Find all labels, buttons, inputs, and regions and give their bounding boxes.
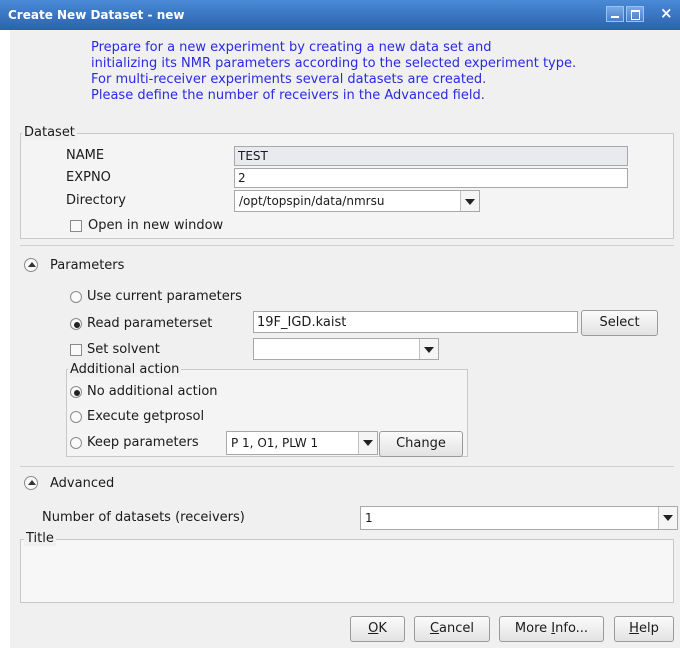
ok-label: K <box>378 621 387 636</box>
intro-line: Please define the number of receivers in… <box>91 88 485 103</box>
set-solvent-checkbox[interactable] <box>70 344 82 356</box>
cancel-button[interactable]: Cancel <box>414 616 490 642</box>
no-action-radio[interactable] <box>70 386 82 398</box>
expno-field[interactable] <box>234 168 628 188</box>
additional-action-legend: Additional action <box>68 362 182 377</box>
set-solvent-label[interactable]: Set solvent <box>87 342 160 357</box>
cancel-label: ancel <box>439 621 475 636</box>
more-info-label: More <box>514 621 552 636</box>
num-datasets-combo[interactable]: 1 <box>360 506 678 530</box>
parameterset-field[interactable] <box>253 311 578 333</box>
select-button[interactable]: Select <box>581 310 658 336</box>
solvent-combo[interactable] <box>253 338 439 360</box>
open-new-window-label[interactable]: Open in new window <box>88 218 223 233</box>
intro-line: Prepare for a new experiment by creating… <box>91 40 492 55</box>
no-action-label[interactable]: No additional action <box>87 384 218 399</box>
chevron-down-icon[interactable] <box>419 339 438 359</box>
read-parameterset-label[interactable]: Read parameterset <box>87 316 212 331</box>
help-button[interactable]: Help <box>614 616 674 642</box>
open-new-window-checkbox[interactable] <box>70 220 82 232</box>
chevron-down-icon[interactable] <box>460 191 479 211</box>
divider <box>20 466 674 467</box>
execute-getprosol-label[interactable]: Execute getprosol <box>87 409 204 424</box>
use-current-radio[interactable] <box>70 291 82 303</box>
chevron-down-icon[interactable] <box>358 432 377 454</box>
execute-getprosol-radio[interactable] <box>70 411 82 423</box>
intro-line: For multi-receiver experiments several d… <box>91 72 487 87</box>
directory-label: Directory <box>66 193 126 208</box>
help-mnemonic: H <box>629 621 639 636</box>
divider <box>20 245 674 246</box>
intro-text: Prepare for a new experiment by creating… <box>24 40 624 112</box>
num-datasets-value: 1 <box>365 511 373 525</box>
read-parameterset-radio[interactable] <box>70 318 82 330</box>
more-info-button[interactable]: More Info... <box>499 616 604 642</box>
chevron-up-icon[interactable] <box>24 476 38 490</box>
help-label: elp <box>638 621 659 636</box>
name-label: NAME <box>66 148 105 163</box>
advanced-header[interactable]: Advanced <box>50 476 114 491</box>
num-datasets-label: Number of datasets (receivers) <box>42 510 245 525</box>
keep-parameters-value: P 1, O1, PLW 1 <box>231 436 319 450</box>
expno-label: EXPNO <box>66 170 111 185</box>
keep-parameters-label[interactable]: Keep parameters <box>87 435 199 450</box>
ok-button[interactable]: OK <box>350 616 405 642</box>
title-group[interactable] <box>20 539 674 603</box>
title-legend: Title <box>24 531 56 546</box>
dataset-legend: Dataset <box>22 125 77 140</box>
keep-parameters-radio[interactable] <box>70 437 82 449</box>
cancel-mnemonic: C <box>429 621 440 636</box>
use-current-label[interactable]: Use current parameters <box>87 289 242 304</box>
maximize-button[interactable] <box>626 6 644 22</box>
keep-parameters-combo[interactable]: P 1, O1, PLW 1 <box>226 431 378 455</box>
window-title: Create New Dataset - new <box>8 8 185 22</box>
chevron-up-icon[interactable] <box>24 258 38 272</box>
close-icon[interactable]: × <box>660 4 673 22</box>
intro-line: initializing its NMR parameters accordin… <box>91 56 577 71</box>
parameters-header[interactable]: Parameters <box>50 258 124 273</box>
chevron-down-icon[interactable] <box>658 507 677 529</box>
change-button[interactable]: Change <box>379 431 463 457</box>
name-field[interactable] <box>234 146 628 166</box>
minimize-button[interactable] <box>606 6 624 22</box>
more-info-label-rest: nfo... <box>555 621 589 636</box>
title-bar: Create New Dataset - new × <box>0 0 680 30</box>
directory-value: /opt/topspin/data/nmrsu <box>239 194 385 208</box>
ok-mnemonic: O <box>368 621 379 636</box>
directory-combo[interactable]: /opt/topspin/data/nmrsu <box>234 190 480 212</box>
